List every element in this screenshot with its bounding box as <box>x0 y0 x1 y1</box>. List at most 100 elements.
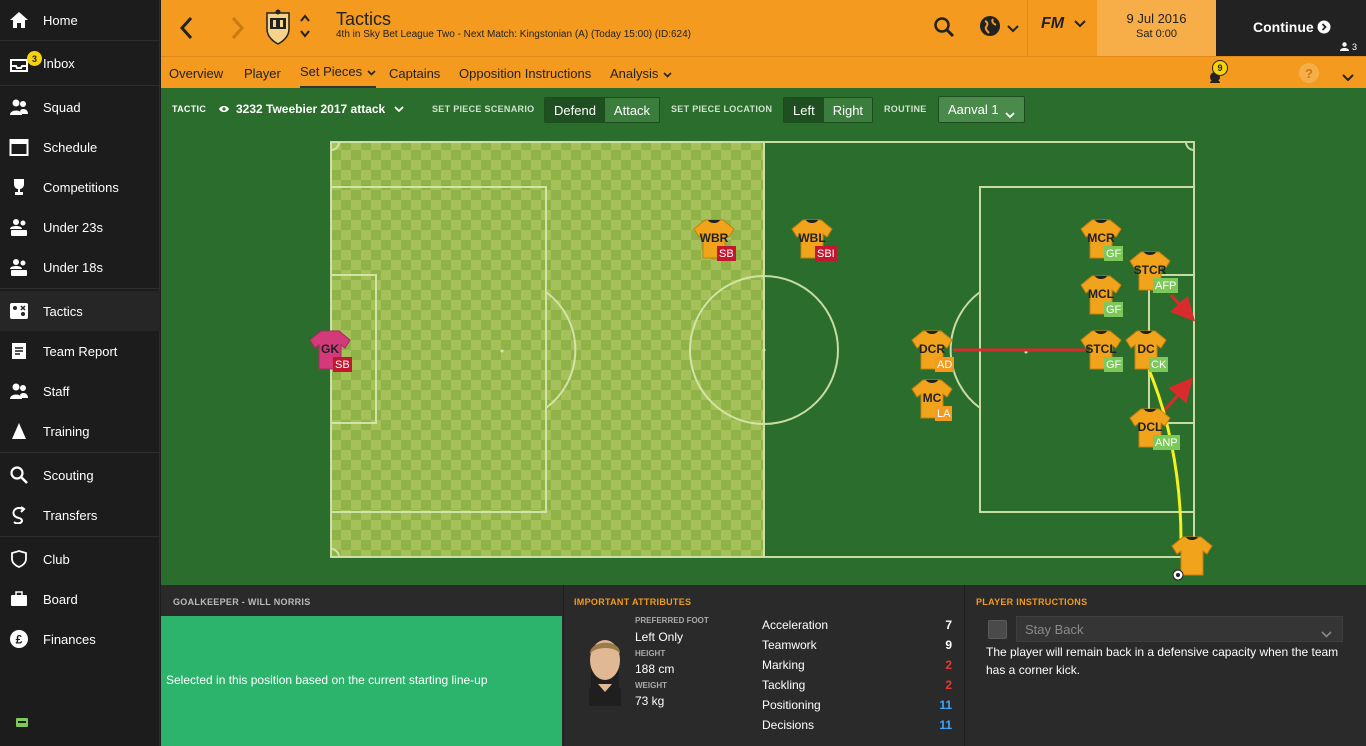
sidebar-item-training[interactable]: Training <box>0 411 160 451</box>
player-role-badge: GF <box>1104 246 1124 261</box>
squad-icon <box>9 97 29 117</box>
sidebar-item-home[interactable]: Home <box>0 0 160 40</box>
sidebar-item-label: Competitions <box>43 179 119 195</box>
continue-button[interactable]: Continue 3 <box>1216 0 1366 56</box>
player-dcl[interactable]: DCL ANP <box>1129 407 1180 451</box>
keyboard-icon[interactable] <box>16 714 28 732</box>
fm-logo: FM <box>1041 15 1065 32</box>
sidebar-item-transfers[interactable]: Transfers <box>0 495 160 535</box>
sidebar-item-scouting[interactable]: Scouting <box>0 455 160 495</box>
date-box[interactable]: 9 Jul 2016 Sat 0:00 <box>1097 0 1216 56</box>
scenario-defend-button[interactable]: Defend <box>545 98 605 122</box>
panel-title: IMPORTANT ATTRIBUTES <box>574 597 692 607</box>
sidebar-item-label: Team Report <box>43 343 118 359</box>
club-switch-icon[interactable] <box>299 13 311 44</box>
sidebar-item-team-report[interactable]: Team Report <box>0 331 160 371</box>
location-label: SET PIECE LOCATION <box>671 104 773 114</box>
foot-label: PREFERRED FOOT <box>635 616 709 625</box>
sidebar-item-squad[interactable]: Squad <box>0 87 160 127</box>
tactic-selector[interactable]: 3232 Tweebier 2017 attack <box>218 88 404 130</box>
player-position: DCL <box>1137 420 1163 434</box>
sidebar-item-board[interactable]: Board <box>0 579 160 619</box>
notifications-button[interactable]: 9 <box>1205 59 1228 90</box>
player-dc[interactable]: DC CK <box>1125 329 1169 373</box>
player-role-badge: ANP <box>1153 435 1180 450</box>
height-value: 188 cm <box>635 662 675 676</box>
training-icon <box>9 421 29 441</box>
sidebar-item-competitions[interactable]: Competitions <box>0 167 160 207</box>
page-subtitle: 4th in Sky Bet League Two - Next Match: … <box>336 29 691 40</box>
sidebar-item-label: Club <box>43 551 70 567</box>
player-mc[interactable]: MC LA <box>911 378 955 422</box>
sidebar-item-label: Board <box>43 591 78 607</box>
help-icon[interactable]: ? <box>1299 63 1319 83</box>
chevron-down-icon <box>394 102 404 116</box>
sidebar-item-inbox[interactable]: 3 Inbox <box>0 43 160 83</box>
sidebar-item-label: Schedule <box>43 139 98 155</box>
player-mcl[interactable]: MCL GF <box>1080 274 1124 318</box>
attribute-row: Acceleration 7 <box>762 618 952 632</box>
user-icon <box>1340 38 1349 56</box>
chevron-down-icon <box>367 64 376 79</box>
back-icon[interactable] <box>179 16 193 45</box>
scenario-attack-button[interactable]: Attack <box>604 98 660 122</box>
player-role-badge: GF <box>1104 302 1124 317</box>
fm-menu-button[interactable]: FM <box>1041 15 1086 33</box>
sidebar-item-staff[interactable]: Staff <box>0 371 160 411</box>
sidebar-item-label: Under 18s <box>43 259 103 275</box>
current-time: Sat 0:00 <box>1136 28 1177 40</box>
location-left-button[interactable]: Left <box>784 98 824 122</box>
forward-icon[interactable] <box>231 16 245 45</box>
sidebar-item-schedule[interactable]: Schedule <box>0 127 160 167</box>
player-position: DC <box>1137 342 1155 356</box>
player-position: MCL <box>1088 287 1114 301</box>
player-dcr[interactable]: DCR AD <box>911 329 955 373</box>
sidebar-item-tactics[interactable]: Tactics <box>0 291 160 331</box>
player-position: STCR <box>1133 263 1167 277</box>
scenario-label: SET PIECE SCENARIO <box>432 104 535 114</box>
sidebar-item-label: Scouting <box>43 467 94 483</box>
arrow-right-icon <box>1317 20 1331 39</box>
divider <box>0 452 160 453</box>
search-icon[interactable] <box>933 16 955 43</box>
player-wbl[interactable]: WBL SBI <box>791 218 837 262</box>
player-gk[interactable]: GK SB <box>309 329 353 373</box>
notifications-badge: 9 <box>1212 60 1228 76</box>
stay-back-checkbox[interactable] <box>988 620 1007 639</box>
player-corner-taker[interactable] <box>1171 535 1215 581</box>
continue-label: Continue <box>1253 19 1314 35</box>
sidebar-item-under-23s[interactable]: Under 23s <box>0 207 160 247</box>
tab-overview[interactable]: Overview <box>169 57 223 89</box>
attribute-row: Decisions 11 <box>762 718 952 732</box>
world-menu-button[interactable] <box>979 15 1019 42</box>
player-wbr[interactable]: WBR SB <box>693 218 737 262</box>
player-mcr[interactable]: MCR GF <box>1080 218 1124 262</box>
player-position: MCR <box>1087 231 1115 245</box>
routine-label: ROUTINE <box>884 104 927 114</box>
tab-opposition-instructions[interactable]: Opposition Instructions <box>459 57 591 89</box>
divider <box>0 85 160 86</box>
sidebar-item-label: Squad <box>43 99 81 115</box>
tab-set-pieces[interactable]: Set Pieces <box>300 57 377 89</box>
weight-value: 73 kg <box>635 694 665 708</box>
schedule-icon <box>9 137 29 157</box>
transfers-icon <box>9 505 29 525</box>
sidebar-item-club[interactable]: Club <box>0 539 160 579</box>
chevron-down-icon[interactable] <box>1342 69 1354 87</box>
sidebar-item-label: Staff <box>43 383 70 399</box>
player-position: MC <box>922 391 942 405</box>
sidebar-item-under-18s[interactable]: Under 18s <box>0 247 160 287</box>
tab-analysis[interactable]: Analysis <box>610 57 672 89</box>
tab-player[interactable]: Player <box>244 57 281 89</box>
sidebar-item-label: Training <box>43 423 90 439</box>
player-stcr[interactable]: STCR AFP <box>1129 250 1179 294</box>
tab-captains[interactable]: Captains <box>389 57 440 89</box>
location-right-button[interactable]: Right <box>823 98 873 122</box>
divider <box>1027 0 1028 56</box>
u18-icon <box>9 257 29 277</box>
player-stcl[interactable]: STCL GF <box>1080 329 1124 373</box>
routine-dropdown[interactable]: Aanval 1 <box>938 96 1025 123</box>
instruction-dropdown[interactable]: Stay Back <box>1016 616 1343 642</box>
sidebar-item-finances[interactable]: £ Finances <box>0 619 160 659</box>
player-role-badge: LA <box>935 406 953 421</box>
